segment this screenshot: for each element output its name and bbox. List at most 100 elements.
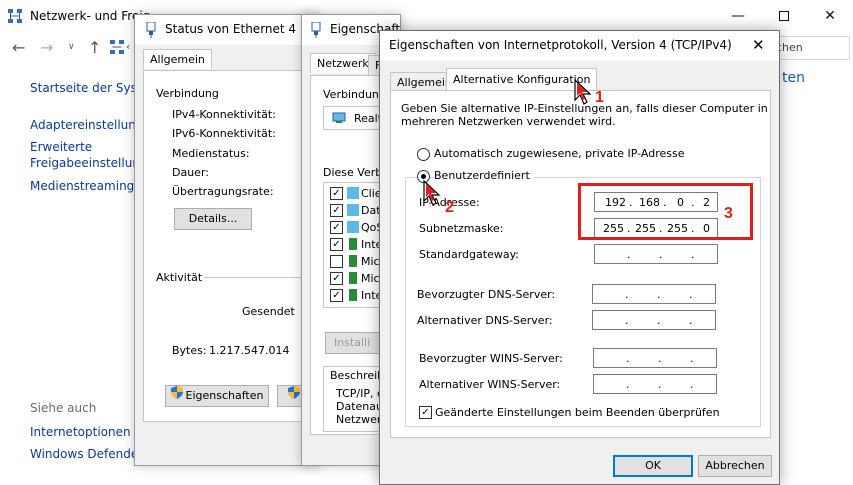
alternate-wins-label: Alternativer WINS-Server: [419,378,561,391]
ethernet-status-title: Status von Ethernet 4 [165,22,297,36]
description-line-2: mehreren Netzwerken verwendet wird. [401,115,616,128]
ethernet-status-pane: Verbindung IPv4-Konnektivität: IPv6-Konn… [143,70,322,422]
close-button[interactable]: ✕ [807,0,853,32]
gateway-field[interactable]: ... [594,244,718,264]
alternate-wins-field[interactable]: ... [593,374,717,394]
maximize-icon [779,11,789,21]
media-status-label: Medienstatus: [172,147,250,160]
main-heading-link[interactable]: ten [782,70,805,86]
description-line: TCP/IP, d [336,387,384,400]
preferred-wins-label: Bevorzugter WINS-Server: [419,352,563,365]
speed-label: Übertragungsrate: [172,185,274,198]
checkbox[interactable]: ✓ [330,187,343,200]
protocol-icon [349,289,357,301]
minimize-icon: — [731,8,745,24]
activity-heading: Aktivität [156,271,203,284]
properties-button-label: Eigenschaften [185,389,264,402]
details-button[interactable]: Details... [174,208,252,230]
ip-dot: . [658,378,662,391]
ip-dot: . [691,248,695,261]
list-item-label: Dat [361,204,381,217]
ip-dot: . [658,352,662,365]
annotation-number-2: 2 [445,199,454,216]
sidebar-link-advanced[interactable]: Erweiterte [30,139,92,155]
ip-dot: . [690,378,694,391]
forward-arrow-icon[interactable]: → [40,38,53,57]
alternate-dns-field[interactable]: ... [592,310,716,330]
annotation-number-1: 1 [595,89,604,106]
properties-button[interactable]: Eigenschaften [165,385,269,407]
control-panel-titlebar: Netzwerk- und Freig — ✕ [0,0,853,32]
preferred-dns-label: Bevorzugter DNS-Server: [417,288,556,301]
minimize-button[interactable]: — [715,0,761,32]
preferred-dns-field[interactable]: ... [592,284,716,304]
ip-dot: . [659,248,663,261]
subnet-mask-label: Subnetzmaske: [419,222,504,235]
network-icon [8,9,22,23]
ip-dot: . [657,314,661,327]
ipv6-connectivity-label: IPv6-Konnektivität: [172,127,276,140]
sharing-icon [347,204,359,216]
ip-dot: . [689,314,693,327]
uac-shield-icon [170,386,183,406]
ipv4-dialog-titlebar: Eigenschaften von Internetprotokoll, Ver… [380,31,779,61]
gateway-label: Standardgateway: [419,248,519,261]
ip-dot: . [625,288,629,301]
maximize-button[interactable] [761,0,807,32]
see-also-internet-options[interactable]: Internetoptionen [30,424,131,440]
bytes-label: Bytes: [172,344,207,357]
client-icon [347,187,359,199]
radio-custom-label[interactable]: Benutzerdefiniert [434,169,534,182]
validate-label[interactable]: Geänderte Einstellungen beim Beenden übe… [435,406,720,419]
list-item-label: Mic [361,272,380,285]
network-adapter-icon [332,112,346,127]
close-icon: ✕ [824,8,836,24]
mouse-cursor-icon [573,78,593,109]
breadcrumb-network-icon [110,40,124,57]
sent-label: Gesendet [242,305,295,318]
ethernet-adapter-icon [310,21,322,41]
sidebar-link-media-streaming[interactable]: Medienstreamingop [30,178,149,194]
see-also-heading: Siehe auch [30,401,97,415]
recent-locations-chevron-icon[interactable]: ∨ [68,42,75,52]
radio-automatic-label[interactable]: Automatisch zugewiesene, private IP-Adre… [434,147,685,160]
bytes-sent-value: 1.217.547.014 [209,344,290,357]
control-panel-title: Netzwerk- und Freig [30,9,151,23]
checkbox[interactable]: ✓ [330,221,343,234]
checkbox[interactable]: ✓ [330,272,343,285]
preferred-wins-field[interactable]: ... [593,348,717,368]
checkbox[interactable]: ✓ [330,238,343,251]
ethernet-status-titlebar: Status von Ethernet 4 [135,15,319,45]
list-item-label: Mic [361,255,380,268]
mouse-cursor-icon [422,179,442,210]
checkbox[interactable] [330,255,343,268]
alternate-dns-label: Alternativer DNS-Server: [417,314,553,327]
cancel-button[interactable]: Abbrechen [698,455,772,477]
ip-dot: . [657,288,661,301]
qos-icon [347,221,359,233]
sidebar-link-adapter-settings[interactable]: Adaptereinstellunge [30,117,151,133]
ip-dot: . [625,314,629,327]
radio-automatic[interactable] [417,148,430,161]
close-icon[interactable]: ✕ [752,36,765,54]
protocol-icon [349,255,357,267]
annotation-number-3: 3 [724,205,733,222]
ip-dot: . [626,352,630,365]
ip-dot: . [690,352,694,365]
up-arrow-icon[interactable]: ↑ [88,38,101,57]
tab-network[interactable]: Netzwerk [310,53,376,73]
ip-dot: . [626,378,630,391]
ipv4-connectivity-label: IPv4-Konnektivität: [172,108,276,121]
ethernet-status-window: Status von Ethernet 4 Allgemein Verbindu… [134,14,322,466]
alternate-config-pane: Geben Sie alternative IP-Einstellungen a… [390,90,771,438]
ok-button[interactable]: OK [613,455,693,477]
back-arrow-icon[interactable]: ← [12,38,25,57]
breadcrumb-chevron-icon[interactable]: ‹ [126,40,130,53]
protocol-icon [349,238,357,250]
checkbox[interactable]: ✓ [330,204,343,217]
duration-label: Dauer: [172,166,209,179]
connection-heading: Verbindung [156,87,219,100]
checkbox[interactable]: ✓ [330,289,343,302]
tab-general[interactable]: Allgemein [143,49,212,69]
validate-checkbox[interactable]: ✓ [419,406,432,419]
